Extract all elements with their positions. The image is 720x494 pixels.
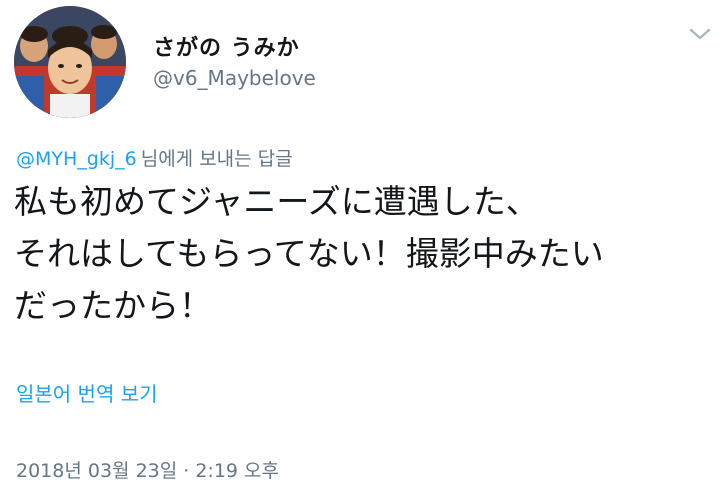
translate-tweet-link[interactable]: 일본어 번역 보기 [16,378,158,407]
reply-mention-link[interactable]: @MYH_gkj_6 [16,148,137,170]
tweet-timestamp: 2018년 03월 23일 · 2:19 오후 [16,460,280,482]
reply-context-label: 님에게 보내는 답글 [140,148,293,170]
user-handle[interactable]: @v6_Maybelove [153,66,316,90]
tweet-text: 私も初めてジャニーズに遭遇した、 それはしてもらってない！撮影中みたい だったか… [14,176,704,332]
avatar-photo [14,6,126,118]
display-name[interactable]: さがの うみか [153,30,300,62]
tweet-text-line: それはしてもらってない！撮影中みたい [14,234,604,273]
avatar[interactable] [14,6,126,118]
reply-context: @MYH_gkj_6 님에게 보내는 답글 [16,144,293,171]
tweet-text-line: だったから！ [14,286,212,325]
chevron-down-icon[interactable] [688,24,712,44]
tweet-text-line: 私も初めてジャニーズに遭遇した、 [14,182,539,221]
tweet-detail: さがの うみか @v6_Maybelove @MYH_gkj_6 님에게 보내는 … [0,0,720,494]
